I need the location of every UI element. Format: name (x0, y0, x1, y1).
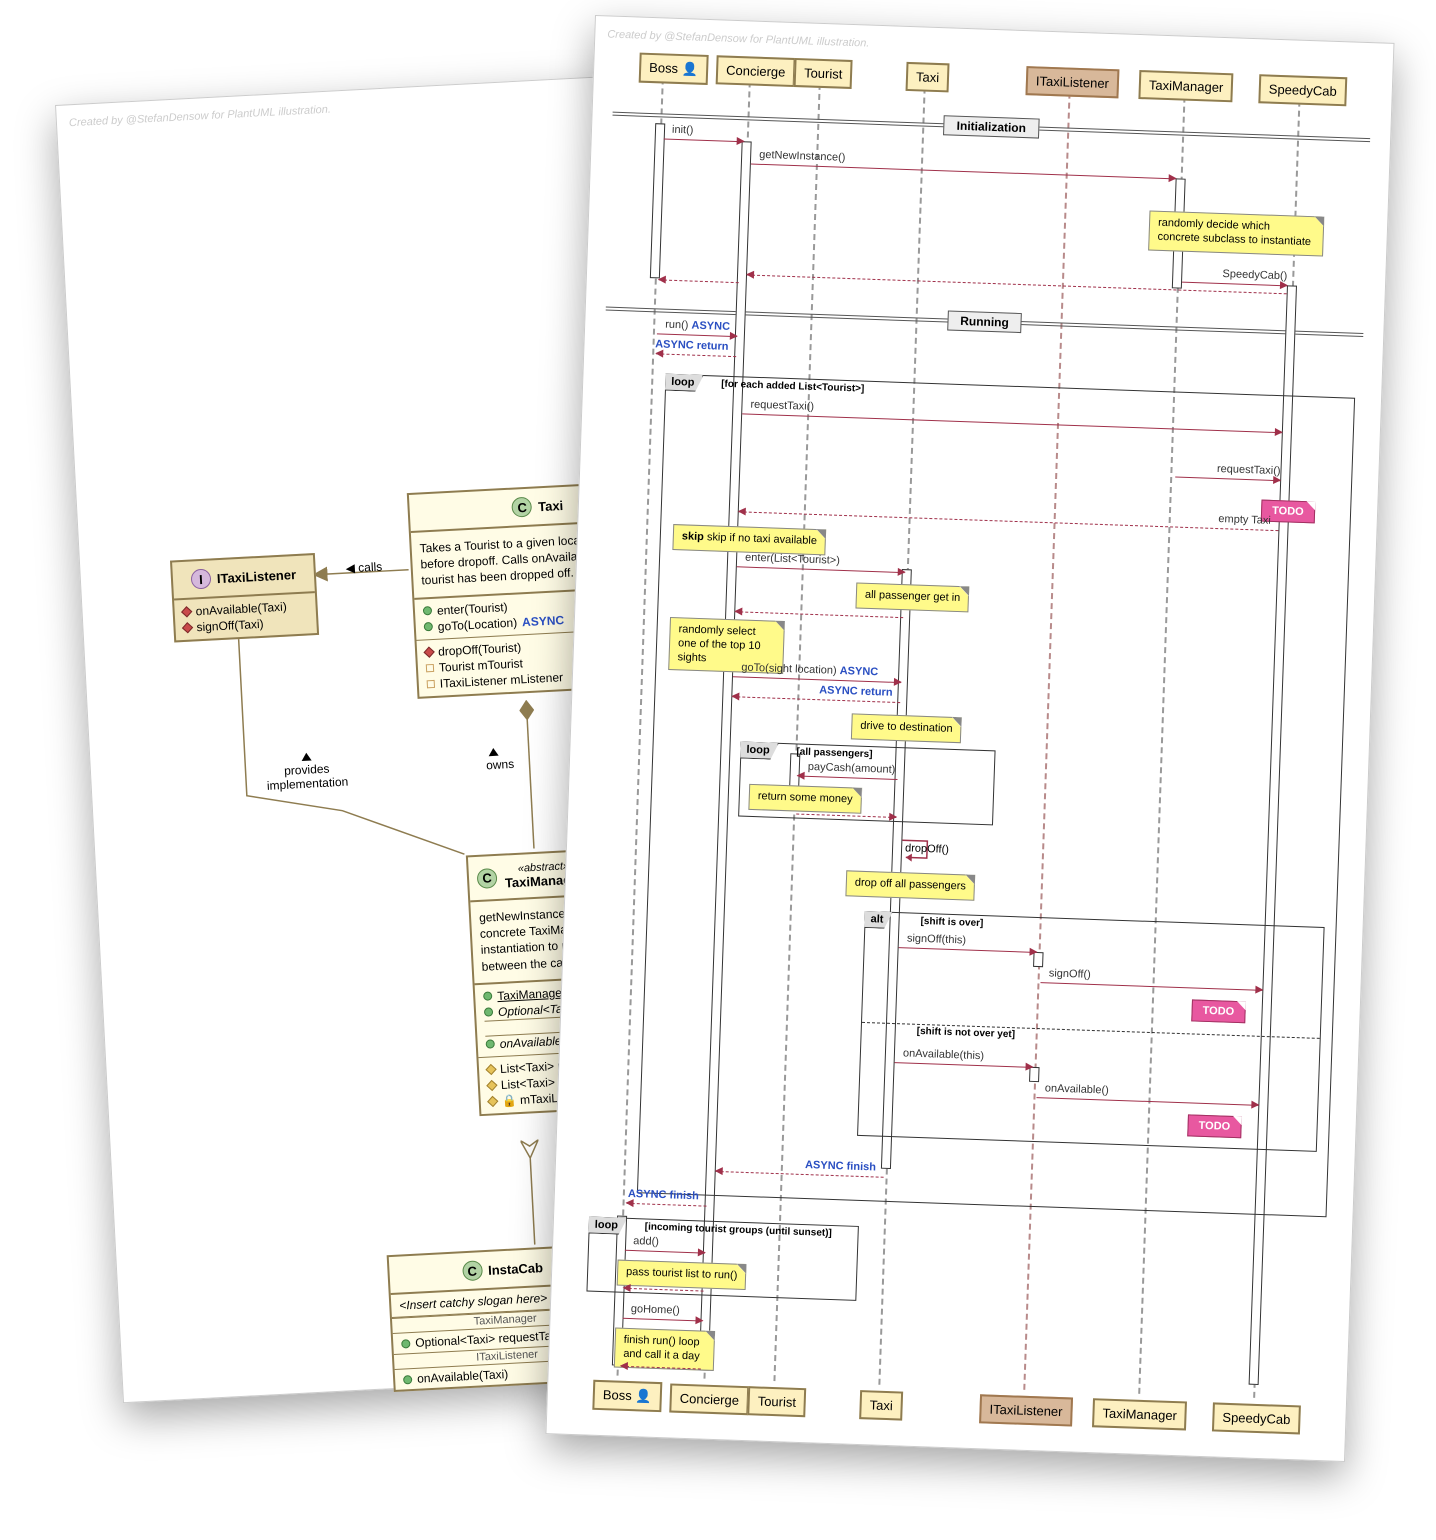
actor-concierge: Concierge (716, 55, 796, 87)
actor-itaxilistener-b: ITaxiListener (979, 1394, 1073, 1426)
class-icon: C (512, 497, 533, 518)
msg-async-finish2: ASYNC finish (627, 1203, 707, 1207)
actor-taximanager-b: TaxiManager (1092, 1398, 1187, 1430)
class-icon: C (477, 867, 498, 888)
label-owns: owns (485, 743, 514, 772)
actor-speedycab: SpeedyCab (1258, 74, 1347, 106)
note-skip: skip skip if no taxi available (672, 524, 826, 555)
msg-return (747, 274, 1287, 294)
msg-run: run() ASYNC (657, 333, 737, 337)
note-todo: TODO (1187, 1114, 1241, 1138)
watermark-text: Created by @StefanDensow for PlantUML il… (69, 104, 332, 130)
class-methods: onAvailable(Taxi) signOff(Taxi) (174, 593, 317, 640)
class-name: Taxi (538, 497, 564, 513)
msg-init: init() (664, 138, 744, 142)
actor-boss-b: Boss 👤 (592, 1380, 662, 1412)
msg-gohome: goHome() (623, 1318, 703, 1322)
actor-taxi-b: Taxi (859, 1390, 903, 1420)
actor-tourist-b: Tourist (747, 1386, 806, 1417)
actor-boss: Boss 👤 (639, 53, 709, 85)
class-name: InstaCab (488, 1260, 544, 1278)
actor-speedycab-b: SpeedyCab (1212, 1402, 1301, 1434)
note-todo: TODO (1191, 999, 1245, 1023)
frag-loop-pass: loop [all passengers] (738, 742, 995, 826)
actor-taximanager: TaxiManager (1138, 70, 1233, 102)
msg-async-return: ASYNC return (656, 353, 736, 357)
class-itaxilistener: I ITaxiListener onAvailable(Taxi) signOf… (170, 553, 319, 642)
watermark-text: Created by @StefanDensow for PlantUML il… (607, 28, 870, 49)
note-finish: finish run() loop and call it a day (614, 1328, 715, 1371)
label-provides-impl: provides implementation (265, 747, 348, 793)
interface-icon: I (190, 569, 211, 590)
note-returnmoney: return some money (748, 784, 862, 814)
msg-dropoff: dropOff() (905, 842, 949, 856)
msg-return (659, 279, 739, 283)
note-drive: drive to destination (851, 713, 962, 743)
note-getin: all passenger get in (855, 582, 969, 612)
note-passlist: pass tourist list to run() (617, 1260, 747, 1290)
actor-tourist: Tourist (794, 58, 853, 89)
note-random-subclass: randomly decide which concrete subclass … (1148, 210, 1324, 256)
actor-taxi: Taxi (906, 62, 950, 92)
class-icon: C (462, 1260, 483, 1281)
actor-concierge-b: Concierge (669, 1383, 749, 1415)
actor-itaxilistener: ITaxiListener (1025, 66, 1119, 98)
msg-speedycab: SpeedyCab() (1182, 282, 1287, 287)
activation (650, 123, 665, 278)
divider-init: Initialization (612, 112, 1370, 160)
sequence-diagram-sheet: Created by @StefanDensow for PlantUML il… (545, 15, 1394, 1462)
label-calls: ◀ calls (345, 560, 382, 576)
class-name: ITaxiListener (216, 567, 296, 586)
note-dropall: drop off all passengers (845, 870, 975, 900)
frag-alt: alt [shift is over] [shift is not over y… (857, 911, 1325, 1152)
